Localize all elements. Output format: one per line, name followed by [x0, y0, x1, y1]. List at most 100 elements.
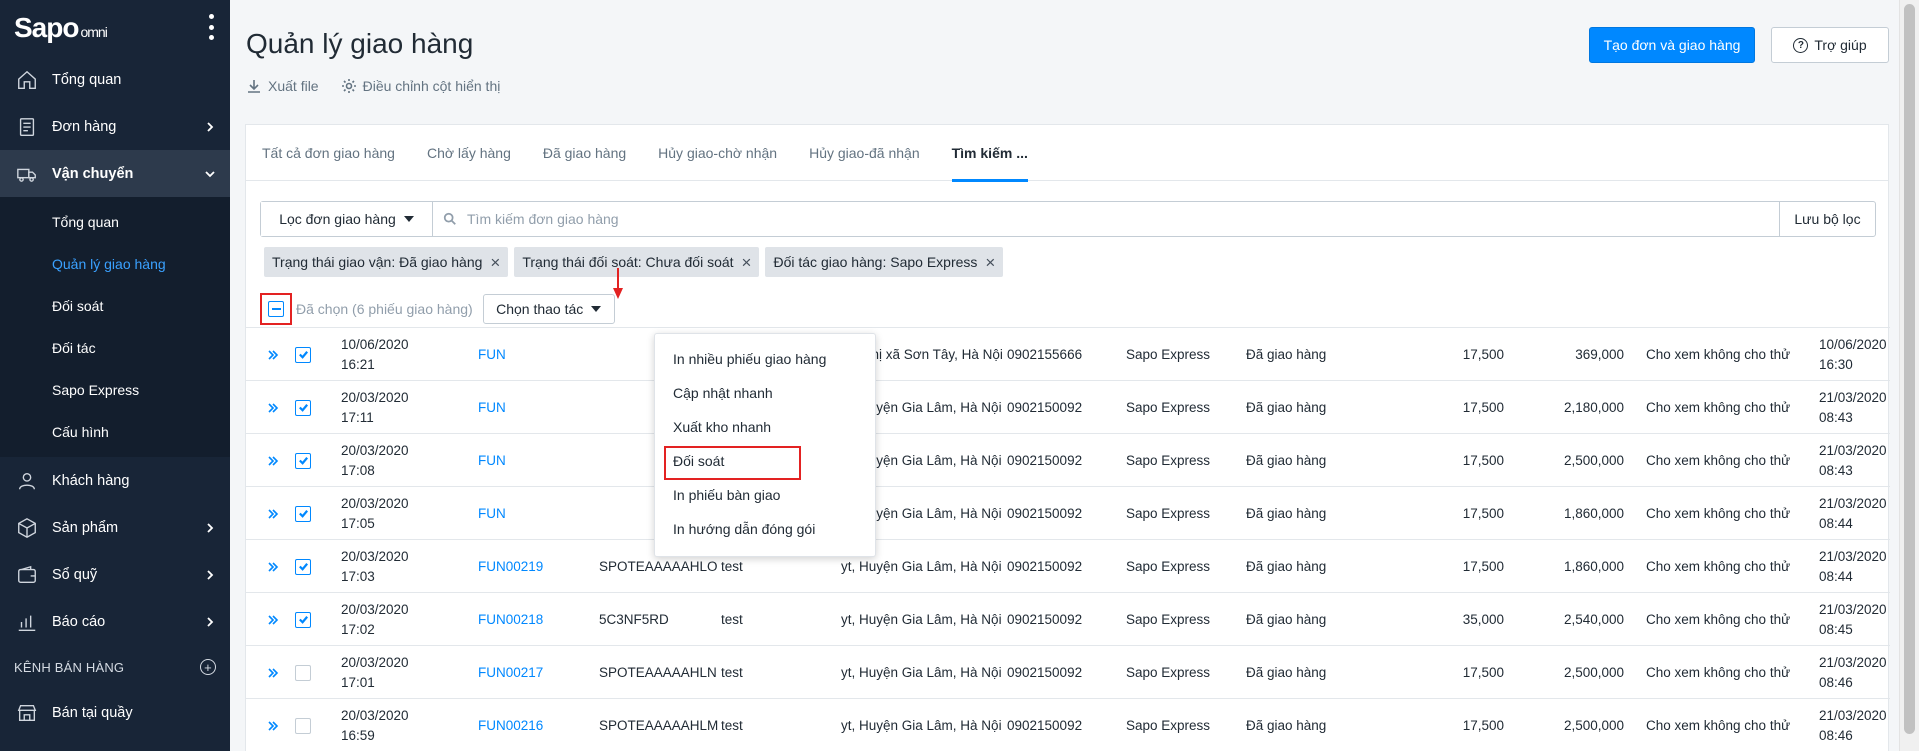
menu-item-quick-update[interactable]: Cập nhật nhanh — [655, 376, 875, 410]
filter-dropdown-button[interactable]: Lọc đơn giao hàng — [261, 202, 433, 236]
shipment-code-link[interactable]: FUN — [478, 487, 506, 540]
table-row[interactable]: 10/06/202016:21FUNNội vùngpp, Thị xã Sơn… — [246, 327, 1890, 380]
sidebar-item-customers[interactable]: Khách hàng — [0, 457, 230, 504]
page-scrollbar[interactable] — [1899, 0, 1919, 751]
row-checkbox[interactable] — [295, 593, 311, 646]
sidebar-subitem-shipping-overview[interactable]: Tổng quan — [0, 201, 230, 243]
expand-row-icon[interactable] — [266, 699, 282, 751]
table-row[interactable]: 20/03/2020 17:03 FUN00219 SPOTEAAAAAHLO test… — [246, 539, 1890, 592]
expand-row-icon[interactable] — [266, 434, 282, 487]
shipment-code-link[interactable]: FUN00218 — [478, 593, 543, 646]
menu-item-print-packing-guide[interactable]: In hướng dẫn đóng gói — [655, 512, 875, 546]
close-icon[interactable]: × — [490, 254, 500, 271]
tab-search[interactable]: Tìm kiếm ... — [951, 125, 1029, 182]
menu-item-quick-export[interactable]: Xuất kho nhanh — [655, 410, 875, 444]
save-filter-button[interactable]: Lưu bộ lọc — [1779, 202, 1875, 236]
shipment-code-link[interactable]: FUN — [478, 434, 506, 487]
brand-logo[interactable]: Sapo omni — [14, 12, 108, 44]
expand-row-icon[interactable] — [266, 593, 282, 646]
table-row[interactable]: 20/03/2020 17:01 FUN00217 SPOTEAAAAAHLN test… — [246, 645, 1890, 698]
completed-date: 21/03/2020 08:45 — [1819, 593, 1887, 646]
sidebar-item-products[interactable]: Sản phẩm — [0, 504, 230, 551]
status: Đã giao hàng — [1246, 718, 1327, 733]
created-date-time: 17:11 — [341, 409, 374, 425]
row-checkbox[interactable] — [295, 434, 311, 487]
menu-item-print-handover[interactable]: In phiếu bàn giao — [655, 478, 875, 512]
shipping-fee: 17,500 — [1462, 665, 1504, 680]
search-input[interactable] — [467, 211, 1467, 227]
tab-cancel-received[interactable]: Hủy giao-đã nhận — [809, 125, 920, 181]
table-row[interactable]: 20/03/202017:11FUNtestyt, Huyện Gia Lâm,… — [246, 380, 1890, 433]
checkbox[interactable] — [295, 346, 311, 363]
checkbox[interactable] — [295, 664, 311, 681]
row-checkbox[interactable] — [295, 699, 311, 751]
sidebar-subitem-config[interactable]: Cấu hình — [0, 411, 230, 453]
checkbox[interactable] — [295, 611, 311, 628]
table-row[interactable]: 20/03/202017:08FUNtestyt, Huyện Gia Lâm,… — [246, 433, 1890, 486]
sidebar-item-orders[interactable]: Đơn hàng — [0, 103, 230, 150]
expand-row-icon[interactable] — [266, 540, 282, 593]
table-row[interactable]: 20/03/2020 17:02 FUN00218 5C3NF5RD test yt, H… — [246, 592, 1890, 645]
expand-row-icon[interactable] — [266, 328, 282, 381]
export-file-button[interactable]: Xuất file — [246, 78, 319, 94]
close-icon[interactable]: × — [742, 254, 752, 271]
expand-row-icon[interactable] — [266, 646, 282, 699]
filter-chip: Đối tác giao hàng: Sapo Express × — [765, 247, 1004, 277]
checkbox[interactable] — [295, 505, 311, 522]
table-row[interactable]: 20/03/202017:05FUNtestyt, Huyện Gia Lâm,… — [246, 486, 1890, 539]
created-date-day: 20/03/2020 — [341, 442, 409, 458]
sidebar-subitem-partners[interactable]: Đối tác — [0, 327, 230, 369]
row-checkbox[interactable] — [295, 540, 311, 593]
checkbox[interactable] — [295, 558, 311, 575]
sidebar-item-pos[interactable]: Bán tại quầy — [0, 689, 230, 736]
active-filters: Trạng thái giao vận: Đã giao hàng × Trạng… — [264, 247, 1004, 277]
checkbox[interactable] — [295, 399, 311, 416]
expand-row-icon[interactable] — [266, 487, 282, 540]
header-actions: Xuất file Điều chỉnh cột hiển thị — [246, 78, 500, 94]
checkbox[interactable] — [295, 452, 311, 469]
adjust-columns-button[interactable]: Điều chỉnh cột hiển thị — [341, 78, 500, 94]
tab-all[interactable]: Tất cả đơn giao hàng — [262, 125, 395, 181]
shipment-code-link[interactable]: FUN00219 — [478, 540, 543, 593]
sidebar-item-shipping[interactable]: Vận chuyển — [0, 150, 230, 197]
add-channel-icon[interactable]: + — [200, 659, 216, 675]
created-date: 10/06/2020 16:21 — [341, 328, 441, 381]
row-checkbox[interactable] — [295, 646, 311, 699]
close-icon[interactable]: × — [985, 254, 995, 271]
more-menu-icon[interactable] — [208, 14, 214, 40]
filter-chip: Trạng thái giao vận: Đã giao hàng × — [264, 247, 509, 277]
select-all-checkbox[interactable] — [268, 301, 284, 317]
shipment-code-link[interactable]: FUN — [478, 381, 506, 434]
row-checkbox[interactable] — [295, 328, 311, 381]
sidebar-subitem-reconciliation[interactable]: Đối soát — [0, 285, 230, 327]
phone: 0902150092 — [1007, 665, 1083, 680]
tab-awaiting-pickup[interactable]: Chờ lấy hàng — [427, 125, 511, 181]
table-row[interactable]: 20/03/2020 16:59 FUN00216 SPOTEAAAAAHLM test… — [246, 698, 1890, 751]
shipment-code-link[interactable]: FUN — [478, 328, 506, 381]
create-shipment-button[interactable]: Tạo đơn và giao hàng — [1589, 27, 1755, 63]
checkbox[interactable] — [295, 717, 311, 734]
shipment-code-link[interactable]: FUN00217 — [478, 646, 543, 699]
status: Đã giao hàng — [1246, 665, 1327, 680]
chevron-right-icon — [204, 522, 216, 534]
address: yt, Huyện Gia Lâm, Hà Nội — [841, 612, 1002, 627]
tab-cancel-pending[interactable]: Hủy giao-chờ nhận — [658, 125, 777, 181]
sidebar-subitem-sapo-express[interactable]: Sapo Express — [0, 369, 230, 411]
sidebar-subitem-shipping-management[interactable]: Quản lý giao hàng — [0, 243, 230, 285]
completed-date-day: 10/06/2020 — [1819, 336, 1887, 352]
menu-item-print-shipments[interactable]: In nhiều phiếu giao hàng — [655, 342, 875, 376]
row-checkbox[interactable] — [295, 381, 311, 434]
expand-row-icon[interactable] — [266, 381, 282, 434]
bulk-action-dropdown[interactable]: Chọn thao tác — [482, 294, 615, 324]
sidebar-item-cashbook[interactable]: Sổ quỹ — [0, 551, 230, 598]
tab-delivered[interactable]: Đã giao hàng — [543, 125, 626, 181]
row-checkbox[interactable] — [295, 487, 311, 540]
menu-item-reconcile[interactable]: Đối soát — [655, 444, 875, 480]
partner: Sapo Express — [1126, 718, 1211, 733]
sidebar-item-reports[interactable]: Báo cáo — [0, 598, 230, 645]
sidebar-item-overview[interactable]: Tổng quan — [0, 56, 230, 103]
delivery-note: Cho xem không cho thử — [1646, 453, 1791, 468]
shipment-code-link[interactable]: FUN00216 — [478, 699, 543, 751]
help-button[interactable]: ? Trợ giúp — [1771, 27, 1889, 63]
scrollbar-thumb[interactable] — [1904, 4, 1915, 734]
